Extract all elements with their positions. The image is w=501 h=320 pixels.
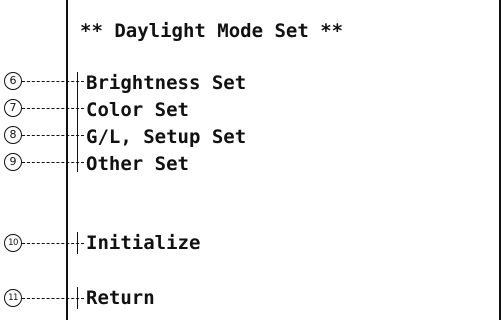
menu-item-brightness-set[interactable]: Brightness Set [86,72,246,94]
menu-item-gl-setup-set[interactable]: G/L, Setup Set [86,126,246,148]
callout-leader-line [22,108,84,109]
callout-bracket-return [77,287,78,309]
callout-number: 10 [4,234,22,252]
callout-bracket-upper [77,72,78,172]
callout-leader-line [22,243,84,244]
callout-number: 8 [4,126,22,144]
callout-number: 11 [4,289,22,307]
callout-number: 7 [4,99,22,117]
screen-title: ** Daylight Mode Set ** [80,20,344,42]
callout-bracket-initialize [77,232,78,254]
callout-number: 9 [4,153,22,171]
menu-item-other-set[interactable]: Other Set [86,153,189,175]
callout-leader-line [22,162,84,163]
menu-item-return[interactable]: Return [86,287,155,309]
callout-leader-line [22,81,84,82]
menu-item-color-set[interactable]: Color Set [86,99,189,121]
callout-leader-line [22,135,84,136]
callout-number: 6 [4,72,22,90]
menu-item-initialize[interactable]: Initialize [86,232,200,254]
callout-leader-line [22,298,84,299]
